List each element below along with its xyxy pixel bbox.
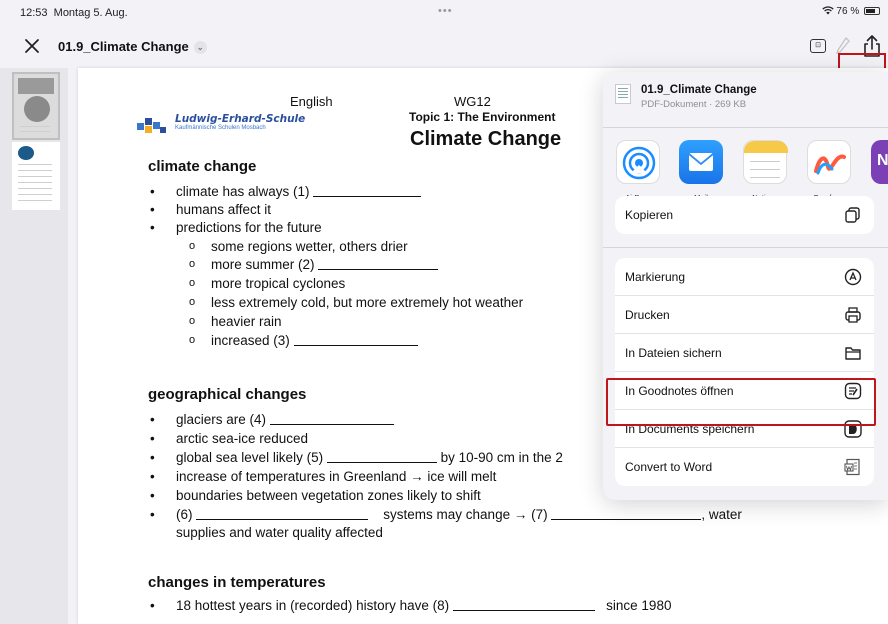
status-bar: 12:53 Montag 5. Aug. ••• 76 % [0,0,888,24]
print-icon [844,306,862,324]
list-item: glaciers are (4) [150,412,394,427]
worksheet-title: Climate Change [410,128,562,150]
document-title-text: 01.9_Climate Change [58,39,189,54]
list-item: predictions for the future [150,220,322,235]
app-airdrop[interactable]: AirDrop [614,138,662,202]
status-time: 12:53 Montag 5. Aug. [20,7,128,19]
document-title[interactable]: 01.9_Climate Change ⌄ [58,39,207,54]
section-heading: changes in temperatures [148,574,326,591]
close-icon[interactable] [22,36,42,56]
copy-icon [844,206,862,224]
list-item-continuation: supplies and water quality affected [176,525,383,540]
list-item: humans affect it [150,202,271,217]
battery-percent: 76 % [836,6,860,17]
airdrop-icon [616,140,660,184]
app-notes[interactable]: Notizen [741,138,789,202]
mail-icon [679,140,723,184]
list-subitem: more tropical cyclones [189,276,345,291]
school-name: Ludwig-Erhard-Schule [175,113,306,125]
navigation-bar: 01.9_Climate Change ⌄ ⊡ [0,24,888,68]
section-heading: geographical changes [148,386,307,403]
app-onenote[interactable]: N O [869,138,888,198]
battery-icon [864,7,880,15]
multitask-dots[interactable]: ••• [438,5,453,17]
onenote-icon: N [871,140,888,184]
list-subitem: some regions wetter, others drier [189,239,408,254]
list-subitem: increased (3) [189,333,418,348]
notes-icon [743,140,788,184]
share-sheet: 01.9_Climate Change PDF-Dokument · 269 K… [603,72,888,500]
action-save-to-files[interactable]: In Dateien sichern [615,334,874,372]
action-print[interactable]: Drucken [615,296,874,334]
word-icon [844,458,862,476]
pdf-file-icon [615,84,631,104]
share-file-name: 01.9_Climate Change [641,84,757,96]
list-item: climate has always (1) [150,184,422,199]
app-freeform[interactable]: Freeform [805,138,853,202]
freeform-icon [807,140,851,184]
list-item: (6) systems may change → (7) , water [150,507,742,522]
subject-label: English [290,94,333,109]
markup-icon [844,268,862,286]
section-heading: climate change [148,158,257,175]
list-item: arctic sea-ice reduced [150,431,308,446]
page-thumbnails [0,68,68,624]
share-actions-group-2: Markierung Drucken In Dateien sichern In… [615,258,874,486]
action-copy[interactable]: Kopieren [615,196,874,234]
goodnotes-action-highlight [606,378,876,426]
reader-mode-icon[interactable]: ⊡ [810,39,826,53]
chevron-down-icon[interactable]: ⌄ [193,41,207,54]
school-subtitle: Kaufmännische Schulen Mosbach [175,125,266,131]
wifi-icon [821,6,837,17]
thumbnail-page-2[interactable] [12,142,60,210]
list-subitem: less extremely cold, but more extremely … [189,295,523,310]
list-item: 18 hottest years in (recorded) history h… [150,598,671,613]
list-subitem: heavier rain [189,314,282,329]
thumbnail-page-1[interactable] [12,72,60,140]
class-label: WG12 [454,94,491,109]
share-file-meta: PDF-Dokument · 269 KB [641,99,747,110]
share-file-header: 01.9_Climate Change PDF-Dokument · 269 K… [603,72,888,128]
list-item: boundaries between vegetation zones like… [150,488,481,503]
share-actions-group-1: Kopieren [615,196,874,234]
app-mail[interactable]: Mail [677,138,725,202]
list-item: increase of temperatures in Greenland → … [150,469,496,484]
action-markup[interactable]: Markierung [615,258,874,296]
status-right: 76 % [821,6,880,17]
topic-label: Topic 1: The Environment [409,110,556,124]
list-subitem: more summer (2) [189,257,439,272]
folder-icon [844,344,862,362]
list-item: global sea level likely (5) by 10-90 cm … [150,450,563,465]
action-convert-to-word[interactable]: Convert to Word [615,448,874,486]
school-logo-icon [137,114,167,136]
